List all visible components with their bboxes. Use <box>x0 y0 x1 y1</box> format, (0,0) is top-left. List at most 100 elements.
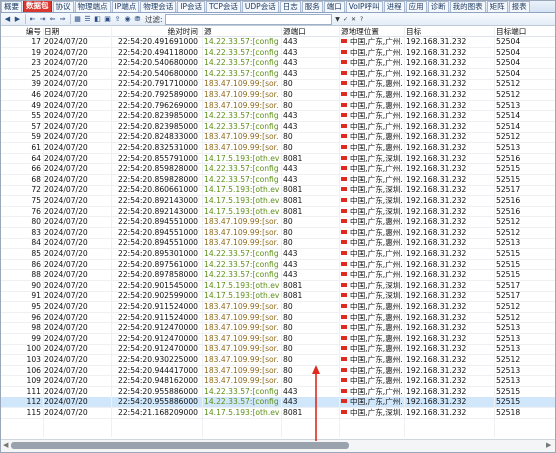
table-row[interactable]: 100 2024/07/20 22:54:20.912470000 183.47.10… <box>1 344 555 356</box>
table-row[interactable]: 19 2024/07/20 22:54:20.494118000 14.22.33.5… <box>1 48 555 59</box>
cell-src: 183.47.109.99:[sor... <box>204 132 279 142</box>
table-row[interactable]: 95 2024/07/20 22:54:20.911524000 183.47.109… <box>1 302 555 313</box>
table-row[interactable]: 49 2024/07/20 22:54:20.796269000 183.47.109… <box>1 101 555 112</box>
table-row[interactable]: 64 2024/07/20 22:54:20.855791000 14.17.5.19… <box>1 153 555 165</box>
table-row[interactable]: 111 2024/07/20 22:54:20.955886000 14.22.33.… <box>1 387 555 398</box>
geo-text: 中国,广东,广州... <box>350 164 403 174</box>
table-row[interactable]: 46 2024/07/20 22:54:20.792589000 183.47.109… <box>1 90 555 101</box>
table-row[interactable]: 91 2024/07/20 22:54:20.902599000 14.17.5.19… <box>1 291 555 303</box>
cell-time: 22:54:20.540680000 <box>117 68 198 78</box>
tab-2[interactable]: 协议 <box>52 1 74 12</box>
cell-src: 14.17.5.193:[oth.ev... <box>204 408 279 417</box>
horizontal-scrollbar[interactable]: ◀ ▶ <box>1 439 555 452</box>
tab-3[interactable]: 物理端点 <box>74 1 111 12</box>
save-icon[interactable]: ▣ <box>103 15 112 24</box>
tab-12[interactable]: VoIP呼叫 <box>345 1 383 12</box>
table-row[interactable]: 115 2024/07/20 22:54:21.168209000 14.17.5.1… <box>1 408 555 419</box>
table-row[interactable]: 109 2024/07/20 22:54:20.948162000 183.47.10… <box>1 376 555 387</box>
prev-icon[interactable]: ⇤ <box>28 15 37 24</box>
cell-dst: 192.168.31.232 <box>406 291 467 301</box>
tab-14[interactable]: 应用 <box>405 1 427 12</box>
scroll-left-icon[interactable]: ◀ <box>3 441 8 449</box>
table-row[interactable]: 96 2024/07/20 22:54:20.911524000 183.47.109… <box>1 312 555 324</box>
geo-text: 中国,广东,惠州... <box>350 238 403 248</box>
column-header-date[interactable]: 日期 <box>44 27 108 36</box>
color-icon[interactable]: ◧ <box>93 15 102 24</box>
tab-1[interactable]: 数据包 <box>23 1 52 12</box>
table-row[interactable]: 61 2024/07/20 22:54:20.832531000 183.47.109… <box>1 143 555 154</box>
tab-16[interactable]: 我的图表 <box>449 1 486 12</box>
table-row[interactable]: 80 2024/07/20 22:54:20.894551000 183.47.109… <box>1 217 555 228</box>
help-icon[interactable]: ? <box>358 15 366 24</box>
scroll-right-icon[interactable]: ▶ <box>546 441 551 449</box>
table-row[interactable]: 55 2024/07/20 22:54:20.823985000 14.22.33.5… <box>1 111 555 122</box>
table-row[interactable]: 84 2024/07/20 22:54:20.894551000 183.47.109… <box>1 238 555 250</box>
column-header-src[interactable]: 源 <box>204 27 279 36</box>
table-row[interactable]: 86 2024/07/20 22:54:20.897561000 14.22.33.5… <box>1 260 555 271</box>
column-header-no[interactable]: 编号 <box>4 27 41 36</box>
table-row[interactable]: 25 2024/07/20 22:54:20.540680000 14.22.33.5… <box>1 68 555 80</box>
table-row[interactable]: 72 2024/07/20 22:54:20.860661000 14.17.5.19… <box>1 185 555 197</box>
cell-date: 2024/07/20 <box>44 153 88 163</box>
tab-8[interactable]: UDP会话 <box>241 1 279 12</box>
column-header-dst[interactable]: 目标 <box>406 27 492 36</box>
china-flag-icon <box>341 346 347 351</box>
table-row[interactable]: 83 2024/07/20 22:54:20.894551000 183.47.109… <box>1 228 555 239</box>
table-row[interactable]: 106 2024/07/20 22:54:20.944417000 183.47.10… <box>1 366 555 377</box>
scrollbar-thumb[interactable] <box>11 442 349 449</box>
first-icon[interactable]: ⇐ <box>48 15 57 24</box>
table-row[interactable]: 68 2024/07/20 22:54:20.859828000 14.22.33.5… <box>1 175 555 186</box>
tab-11[interactable]: 端口 <box>323 1 345 12</box>
tab-4[interactable]: IP端点 <box>111 1 140 12</box>
cell-time: 22:54:20.540680000 <box>117 58 198 68</box>
tab-6[interactable]: IP会话 <box>177 1 205 12</box>
column-header-time[interactable]: 绝对时间 <box>113 27 198 36</box>
forward-icon[interactable]: ▶ <box>13 15 22 24</box>
table-row[interactable]: 103 2024/07/20 22:54:20.930225000 183.47.10… <box>1 355 555 366</box>
export-icon[interactable]: ⇪ <box>113 15 122 24</box>
decode-icon[interactable]: ▦ <box>73 15 82 24</box>
tab-0[interactable]: 概要 <box>1 1 22 12</box>
cell-no: 96 <box>31 312 41 322</box>
back-icon[interactable]: ◀ <box>3 15 12 24</box>
table-row[interactable]: 112 2024/07/20 22:54:20.955886000 14.22.33.… <box>1 397 555 409</box>
table-row[interactable]: 23 2024/07/20 22:54:20.540680000 14.22.33.5… <box>1 58 555 69</box>
ip-icon[interactable]: ◉ <box>123 15 132 24</box>
cell-dport: 52514 <box>496 121 521 131</box>
tab-9[interactable]: 日志 <box>279 1 301 12</box>
cell-time: 22:54:20.491691000 <box>117 37 198 46</box>
cell-geo: 中国,广东,广州... <box>341 270 403 280</box>
table-row[interactable]: 39 2024/07/20 22:54:20.791710000 183.47.109… <box>1 79 555 91</box>
table-row[interactable]: 76 2024/07/20 22:54:20.892143000 14.17.5.19… <box>1 207 555 218</box>
tab-7[interactable]: TCP会话 <box>206 1 241 12</box>
filter-icon[interactable]: ⛃ <box>133 15 142 24</box>
table-row[interactable]: 85 2024/07/20 22:54:20.895301000 14.22.33.5… <box>1 249 555 260</box>
last-icon[interactable]: ⇒ <box>58 15 67 24</box>
next-icon[interactable]: ⇥ <box>38 15 47 24</box>
table-row[interactable]: 98 2024/07/20 22:54:20.912470000 183.47.109… <box>1 323 555 334</box>
table-row[interactable]: 88 2024/07/20 22:54:20.897858000 14.22.33.5… <box>1 270 555 281</box>
tab-5[interactable]: 物理会话 <box>140 1 177 12</box>
tab-10[interactable]: 服务 <box>301 1 323 12</box>
geo-text: 中国,广东,深圳... <box>350 280 403 290</box>
column-header-geo[interactable]: 源地理位置 <box>341 27 403 36</box>
tab-18[interactable]: 报表 <box>508 1 530 12</box>
tab-13[interactable]: 进程 <box>383 1 405 12</box>
column-header-dport[interactable]: 目标端口 <box>496 27 551 36</box>
column-header-sport[interactable]: 源端口 <box>283 27 338 36</box>
table-row[interactable]: 57 2024/07/20 22:54:20.823985000 14.22.33.5… <box>1 121 555 133</box>
table-row[interactable]: 66 2024/07/20 22:54:20.859828000 14.22.33.5… <box>1 164 555 175</box>
table-row[interactable]: 99 2024/07/20 22:54:20.912470000 183.47.109… <box>1 334 555 345</box>
table-row[interactable]: 17 2024/07/20 22:54:20.491691000 14.22.33.5… <box>1 37 555 48</box>
table-row[interactable]: 75 2024/07/20 22:54:20.892143000 14.17.5.19… <box>1 196 555 207</box>
filter-input[interactable] <box>164 13 332 25</box>
tab-17[interactable]: 矩阵 <box>486 1 508 12</box>
filter-clear-icon[interactable]: ✕ <box>350 15 358 24</box>
table-row[interactable]: 59 2024/07/20 22:54:20.824833000 183.47.109… <box>1 132 555 144</box>
list-icon[interactable]: ☰ <box>83 15 92 24</box>
filter-apply-icon[interactable]: ✓ <box>342 15 350 24</box>
filter-dropdown-icon[interactable]: ▼ <box>334 15 342 24</box>
tab-15[interactable]: 诊断 <box>427 1 449 12</box>
tab-bar: 概要 数据包 协议 物理端点 IP端点 物理会话 IP会话 TCP会话 UDP会话 日志 服务 端口 V… <box>1 1 555 13</box>
table-row[interactable]: 90 2024/07/20 22:54:20.901545000 14.17.5.19… <box>1 280 555 292</box>
